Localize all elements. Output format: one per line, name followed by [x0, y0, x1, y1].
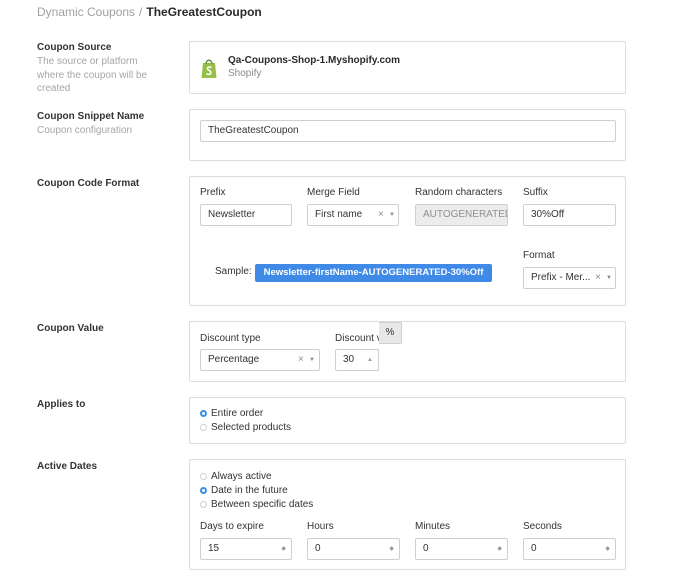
- section-title: Coupon Source: [37, 42, 112, 53]
- clear-icon[interactable]: ×: [595, 268, 601, 288]
- sample-label: Sample:: [215, 266, 252, 277]
- days-input[interactable]: 15 ◆: [200, 538, 292, 560]
- random-chars-label: Random characters: [415, 187, 503, 198]
- stepper-icon[interactable]: ◆: [497, 539, 502, 559]
- shop-platform: Shopify: [228, 68, 262, 79]
- stepper-icon[interactable]: ◆: [605, 539, 610, 559]
- merge-field-value: First name: [315, 209, 363, 220]
- snippet-name-label: Coupon Snippet Name Coupon configuration: [37, 110, 167, 138]
- radio-label: Selected products: [211, 422, 292, 433]
- section-title: Coupon Value: [37, 323, 104, 334]
- sample-code-badge: Newsletter-firstName-AUTOGENERATED-30%Of…: [255, 264, 492, 282]
- merge-field-select[interactable]: First name × ▼: [307, 204, 399, 226]
- stepper-icon[interactable]: ◆: [281, 539, 286, 559]
- radio-unchecked-icon[interactable]: [200, 501, 207, 508]
- breadcrumb-current: TheGreatestCoupon: [146, 5, 262, 19]
- coupon-value-label: Coupon Value: [37, 322, 104, 335]
- radio-unchecked-icon[interactable]: [200, 424, 207, 431]
- percent-unit: %: [385, 327, 395, 338]
- days-label: Days to expire: [200, 521, 264, 532]
- radio-checked-icon[interactable]: [200, 410, 207, 417]
- minutes-input[interactable]: 0 ◆: [415, 538, 508, 560]
- discount-value-input[interactable]: 30 ▲: [335, 349, 379, 371]
- format-value: Prefix - Mer...: [531, 272, 591, 283]
- snippet-name-input[interactable]: TheGreatestCoupon: [200, 120, 616, 142]
- breadcrumb-separator: /: [139, 5, 143, 19]
- discount-value: 30: [343, 354, 355, 365]
- active-dates-card: Always active Date in the future Between…: [189, 459, 626, 570]
- suffix-input[interactable]: 30%Off: [523, 204, 616, 226]
- clear-icon[interactable]: ×: [298, 350, 304, 370]
- discount-type-label: Discount type: [200, 333, 261, 344]
- shop-name: Qa-Coupons-Shop-1.Myshopify.com: [228, 55, 401, 66]
- coupon-source-card: Qa-Coupons-Shop-1.Myshopify.com Shopify: [189, 41, 626, 94]
- stepper-icon[interactable]: ▲: [367, 350, 373, 370]
- radio-unchecked-icon[interactable]: [200, 473, 207, 480]
- section-title: Coupon Code Format: [37, 178, 140, 189]
- chevron-down-icon[interactable]: ▼: [389, 205, 395, 225]
- radio-checked-icon[interactable]: [200, 487, 207, 494]
- hours-value: 0: [315, 543, 321, 554]
- radio-label: Always active: [211, 471, 272, 482]
- applies-to-card: Entire order Selected products: [189, 397, 626, 444]
- chevron-down-icon[interactable]: ▼: [606, 268, 612, 288]
- hours-label: Hours: [307, 521, 334, 532]
- seconds-label: Seconds: [523, 521, 562, 532]
- shopify-bag-icon: [201, 59, 217, 78]
- clear-icon[interactable]: ×: [378, 205, 384, 225]
- radio-label: Between specific dates: [211, 499, 314, 510]
- section-description: Coupon configuration: [37, 125, 133, 136]
- prefix-input[interactable]: Newsletter: [200, 204, 292, 226]
- merge-field-label: Merge Field: [307, 187, 360, 198]
- coupon-value-card: Discount type Percentage × ▼ Discount va…: [189, 321, 626, 382]
- applies-to-label: Applies to: [37, 398, 85, 411]
- minutes-value: 0: [423, 543, 429, 554]
- stepper-icon[interactable]: ◆: [389, 539, 394, 559]
- hours-input[interactable]: 0 ◆: [307, 538, 400, 560]
- radio-label: Date in the future: [211, 485, 288, 496]
- chevron-down-icon[interactable]: ▼: [309, 350, 315, 370]
- percent-addon: %: [379, 322, 402, 344]
- code-format-card: Prefix Newsletter Merge Field First name…: [189, 176, 626, 306]
- section-title: Applies to: [37, 399, 86, 410]
- days-value: 15: [208, 543, 220, 554]
- suffix-label: Suffix: [523, 187, 548, 198]
- section-description: The source or platform where the coupon …: [37, 56, 148, 94]
- section-title: Coupon Snippet Name: [37, 111, 145, 122]
- prefix-label: Prefix: [200, 187, 226, 198]
- minutes-label: Minutes: [415, 521, 451, 532]
- breadcrumb: Dynamic Coupons / TheGreatestCoupon: [37, 5, 262, 19]
- section-title: Active Dates: [37, 461, 98, 472]
- active-dates-label: Active Dates: [37, 460, 97, 473]
- code-format-label: Coupon Code Format: [37, 177, 139, 190]
- seconds-input[interactable]: 0 ◆: [523, 538, 616, 560]
- coupon-source-label: Coupon Source The source or platform whe…: [37, 41, 167, 96]
- seconds-value: 0: [531, 543, 537, 554]
- random-chars-input: AUTOGENERATED: [415, 204, 508, 226]
- breadcrumb-parent-link[interactable]: Dynamic Coupons: [37, 5, 135, 19]
- discount-type-select[interactable]: Percentage × ▼: [200, 349, 320, 371]
- snippet-name-card: TheGreatestCoupon: [189, 109, 626, 161]
- radio-label: Entire order: [211, 408, 264, 419]
- format-label: Format: [523, 250, 555, 261]
- format-select[interactable]: Prefix - Mer... × ▼: [523, 267, 616, 289]
- discount-type-value: Percentage: [208, 354, 260, 365]
